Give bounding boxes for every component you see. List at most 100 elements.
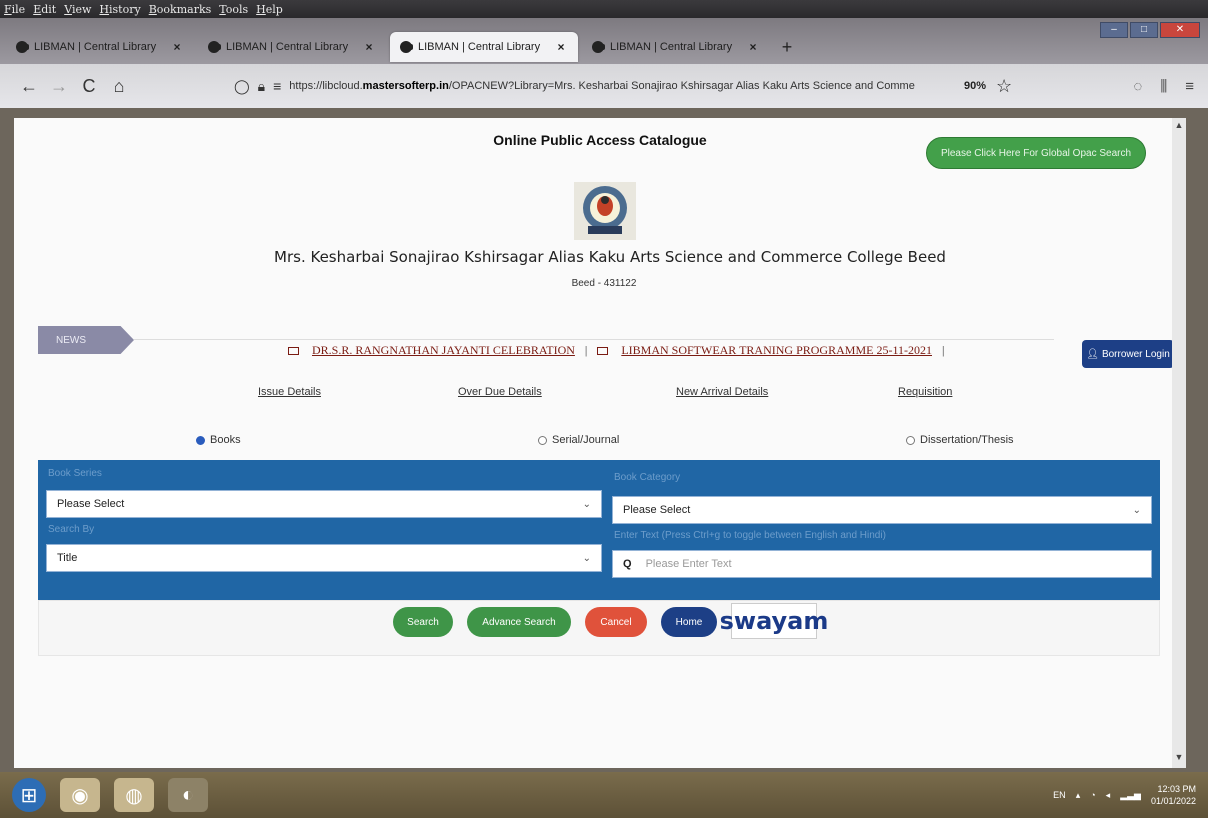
new-arrival-details-link[interactable]: New Arrival Details [676, 386, 768, 398]
browser-tab[interactable]: LIBMAN | Central Library × [198, 32, 386, 62]
bookmark-star-icon[interactable]: ☆ [996, 76, 1012, 97]
address-bar[interactable]: ◯ 🔒︎ ≡ https://libcloud.mastersofterp.in… [234, 72, 954, 100]
radio-label: Books [210, 434, 241, 446]
vertical-scrollbar[interactable]: ▲ ▼ [1172, 118, 1186, 768]
book-category-select[interactable]: Please Select ⌄ [612, 496, 1152, 524]
close-window-button[interactable]: ✕ [1160, 22, 1200, 38]
requisition-link[interactable]: Requisition [898, 386, 952, 398]
window-controls: – □ ✕ [1100, 22, 1200, 38]
menu-bookmarks[interactable]: Bookmarks [149, 3, 212, 16]
chevron-down-icon: ⌄ [1132, 504, 1141, 516]
reload-button[interactable]: C [74, 71, 104, 101]
search-by-label: Search By [48, 524, 95, 535]
radio-indicator[interactable] [538, 435, 547, 445]
menu-help[interactable]: Help [256, 3, 283, 16]
network-icon[interactable]: ◔ [1090, 790, 1095, 800]
tab-bar: LIBMAN | Central Library × LIBMAN | Cent… [0, 18, 1208, 64]
book-series-label: Book Series [48, 468, 102, 479]
news-link[interactable]: LIBMAN SOFTWEAR TRANING PROGRAMME 25-11-… [621, 343, 932, 358]
tab-title: LIBMAN | Central Library [418, 41, 541, 53]
home-button[interactable]: Home [661, 607, 717, 637]
college-address: Beed - 431122 [571, 278, 637, 289]
scroll-up-icon[interactable]: ▲ [1172, 120, 1186, 134]
enter-text-placeholder: Please Enter Text [645, 558, 732, 570]
search-by-select[interactable]: Title ⌄ [46, 544, 602, 572]
radio-indicator[interactable] [906, 435, 915, 445]
shield-icon[interactable]: ◯ [234, 78, 250, 95]
over-due-details-link[interactable]: Over Due Details [458, 386, 542, 398]
tab-close-icon[interactable]: × [746, 40, 760, 54]
firefox-icon[interactable]: ◍ [114, 778, 154, 812]
issue-details-link[interactable]: Issue Details [258, 386, 321, 398]
pocket-icon[interactable]: ◌ [1133, 78, 1142, 95]
url-text[interactable]: https://libcloud.mastersofterp.in/OPACNE… [289, 80, 954, 92]
system-tray: EN ▴ ◔ ◂ ▂▃▅ 12:03 PM 01/01/2022 [1053, 783, 1208, 807]
page-content: Online Public Access Catalogue Please Cl… [14, 118, 1186, 768]
start-button[interactable]: ⊞ [12, 778, 46, 812]
menu-edit[interactable]: Edit [33, 3, 56, 16]
news-list: DR.S.R. RANGNATHAN JAYANTI CELEBRATION |… [288, 343, 944, 358]
enter-text-input[interactable]: Q Please Enter Text [612, 550, 1152, 578]
quick-links: Issue Details Over Due Details New Arriv… [14, 386, 1186, 406]
library-icon[interactable]: ⫼ [1160, 78, 1167, 95]
menu-tools[interactable]: Tools [219, 3, 248, 16]
libman-favicon-icon [400, 41, 413, 53]
swayam-logo-text: swayam [719, 607, 829, 635]
search-panel: Book Series Please Select ⌄ Book Categor… [38, 460, 1160, 600]
back-button[interactable]: ← [14, 71, 44, 101]
permissions-icon[interactable]: ≡ [273, 78, 281, 94]
radio-label: Serial/Journal [552, 434, 620, 446]
tab-close-icon[interactable]: × [362, 40, 376, 54]
tray-arrow-icon[interactable]: ▴ [1076, 790, 1081, 801]
tab-close-icon[interactable]: × [554, 40, 568, 54]
media-player-icon[interactable]: ◐ [168, 778, 208, 812]
menu-file[interactable]: File [4, 3, 25, 16]
borrower-login-label: Borrower Login [1101, 348, 1170, 360]
home-button[interactable]: ⌂ [104, 71, 134, 101]
language-indicator[interactable]: EN [1053, 790, 1066, 800]
toolbar-right: ◌ ⫼ ≡ [1133, 78, 1208, 95]
minimize-button[interactable]: – [1100, 22, 1128, 38]
borrower-login-button[interactable]: 👤︎ Borrower Login [1082, 340, 1174, 368]
browser-tab[interactable]: LIBMAN | Central Library × [582, 32, 770, 62]
lock-icon[interactable]: 🔒︎ [258, 78, 265, 95]
radio-serial-journal[interactable]: Serial/Journal [538, 434, 619, 446]
volume-icon[interactable]: ◂ [1106, 790, 1111, 801]
navigation-bar: ← → C ⌂ ◯ 🔒︎ ≡ https://libcloud.masterso… [0, 64, 1208, 108]
signal-icon[interactable]: ▂▃▅ [1120, 790, 1141, 801]
cancel-button[interactable]: Cancel [585, 607, 647, 637]
chevron-down-icon: ⌄ [582, 552, 591, 564]
book-series-select[interactable]: Please Select ⌄ [46, 490, 602, 518]
clock[interactable]: 12:03 PM 01/01/2022 [1151, 783, 1196, 807]
libman-favicon-icon [208, 41, 221, 53]
radio-indicator[interactable] [196, 435, 205, 445]
libman-favicon-icon [16, 41, 29, 53]
college-logo-icon [574, 182, 636, 240]
maximize-button[interactable]: □ [1130, 22, 1158, 38]
menu-view[interactable]: View [64, 3, 91, 16]
advance-search-button[interactable]: Advance Search [467, 607, 571, 637]
new-tab-button[interactable]: + [774, 32, 800, 62]
forward-button[interactable]: → [44, 71, 74, 101]
clock-date: 01/01/2022 [1150, 796, 1196, 806]
menu-history[interactable]: History [99, 3, 140, 16]
menu-bar: File Edit View History Bookmarks Tools H… [0, 0, 1208, 18]
hamburger-menu-icon[interactable]: ≡ [1185, 78, 1194, 95]
news-ticker: NEWS DR.S.R. RANGNATHAN JAYANTI CELEBRAT… [38, 326, 1174, 368]
scroll-down-icon[interactable]: ▼ [1172, 752, 1186, 766]
browser-tab[interactable]: LIBMAN | Central Library × [6, 32, 194, 62]
zoom-level[interactable]: 90% [964, 80, 986, 92]
radio-dissertation-thesis[interactable]: Dissertation/Thesis [906, 434, 1014, 446]
search-icon: Q [623, 558, 632, 570]
tab-close-icon[interactable]: × [170, 40, 184, 54]
global-opac-search-button[interactable]: Please Click Here For Global Opac Search [926, 137, 1146, 169]
book-category-value: Please Select [623, 504, 691, 516]
book-category-label: Book Category [614, 472, 681, 483]
browser-tab-active[interactable]: LIBMAN | Central Library × [390, 32, 578, 62]
news-icon [288, 346, 299, 355]
news-link[interactable]: DR.S.R. RANGNATHAN JAYANTI CELEBRATION [312, 343, 575, 358]
swayam-logo-link[interactable]: swayam [720, 603, 828, 639]
radio-books[interactable]: Books [196, 434, 241, 446]
search-button[interactable]: Search [393, 607, 453, 637]
chrome-icon[interactable]: ◉ [60, 778, 100, 812]
